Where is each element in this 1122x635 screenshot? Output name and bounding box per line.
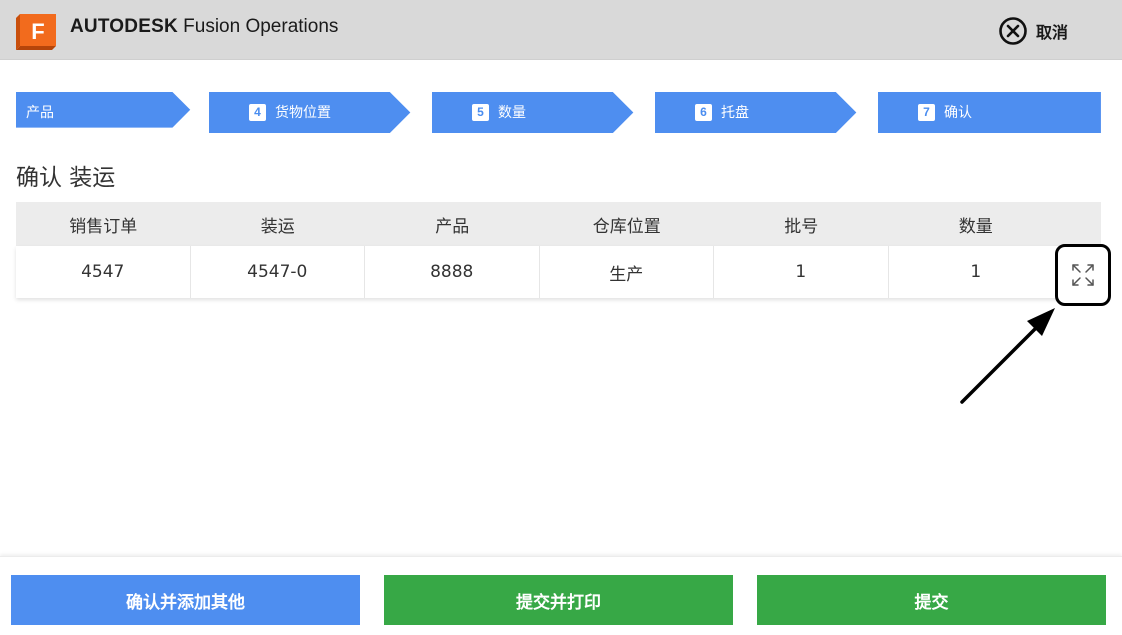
column-header-product: 产品 — [435, 216, 470, 237]
step-confirm[interactable]: 7 确认 — [878, 92, 1101, 134]
step-pallet[interactable]: 6 托盘 — [655, 92, 878, 134]
step-label: 托盘 — [721, 105, 749, 121]
cancel-button[interactable]: 取消 — [998, 16, 1068, 46]
column-header-sales-order: 销售订单 — [69, 216, 138, 237]
step-number: 6 — [695, 103, 712, 121]
column-header-warehouse-location: 仓库位置 — [592, 216, 661, 237]
app-header: F AUTODESK Fusion Operations 取消 — [0, 0, 1122, 60]
app-title: AUTODESK Fusion Operations — [70, 16, 338, 38]
expand-icon — [1072, 264, 1094, 286]
fusion-logo-icon: F — [16, 10, 60, 50]
cancel-label: 取消 — [1036, 23, 1069, 42]
step-location[interactable]: 4 货物位置 — [209, 92, 432, 134]
page-title: 确认 装运 — [16, 165, 116, 191]
column-header-lot-number: 批号 — [784, 216, 819, 237]
cell-product: 8888 — [365, 246, 540, 298]
cell-sales-order: 4547 — [16, 246, 191, 298]
table-row[interactable]: 4547 4547-0 8888 生产 1 1 — [16, 246, 1101, 298]
step-label: 数量 — [498, 105, 526, 121]
submit-button[interactable]: 提交 — [757, 575, 1106, 625]
column-header-actions — [1063, 202, 1101, 246]
brand-name: AUTODESK — [70, 16, 178, 37]
step-shape — [432, 92, 634, 134]
progress-steps: 产品 4 货物位置 5 数量 6 托盘 7 确认 — [16, 92, 1101, 134]
step-quantity[interactable]: 5 数量 — [432, 92, 655, 134]
step-shape — [655, 92, 857, 134]
step-label: 确认 — [944, 105, 972, 121]
svg-text:F: F — [31, 19, 44, 44]
step-product[interactable]: 产品 — [16, 92, 209, 132]
step-number: 5 — [472, 103, 489, 121]
column-header-quantity: 数量 — [958, 216, 993, 237]
cell-warehouse-location: 生产 — [540, 246, 714, 298]
cell-shipment: 4547-0 — [191, 246, 365, 298]
step-label: 产品 — [26, 105, 54, 121]
cell-quantity: 1 — [970, 262, 982, 282]
step-shape — [878, 92, 1101, 134]
annotation-arrow-icon — [960, 308, 1055, 404]
action-bar: 确认并添加其他 提交并打印 提交 — [0, 556, 1122, 635]
step-number: 7 — [918, 103, 935, 121]
step-label: 货物位置 — [275, 105, 331, 121]
submit-and-print-button[interactable]: 提交并打印 — [384, 575, 733, 625]
close-circle-icon — [999, 17, 1027, 45]
product-name: Fusion Operations — [183, 16, 339, 37]
column-header-shipment: 装运 — [260, 216, 295, 237]
cell-lot-number: 1 — [714, 246, 889, 298]
shipment-table: 销售订单 装运 产品 仓库位置 批号 数量 4547 4547-0 8888 生… — [16, 202, 1101, 298]
confirm-and-add-button[interactable]: 确认并添加其他 — [11, 575, 360, 625]
step-number: 4 — [249, 103, 266, 121]
table-header: 销售订单 装运 产品 仓库位置 批号 数量 — [16, 202, 1101, 246]
expand-row-button[interactable] — [1055, 244, 1111, 306]
